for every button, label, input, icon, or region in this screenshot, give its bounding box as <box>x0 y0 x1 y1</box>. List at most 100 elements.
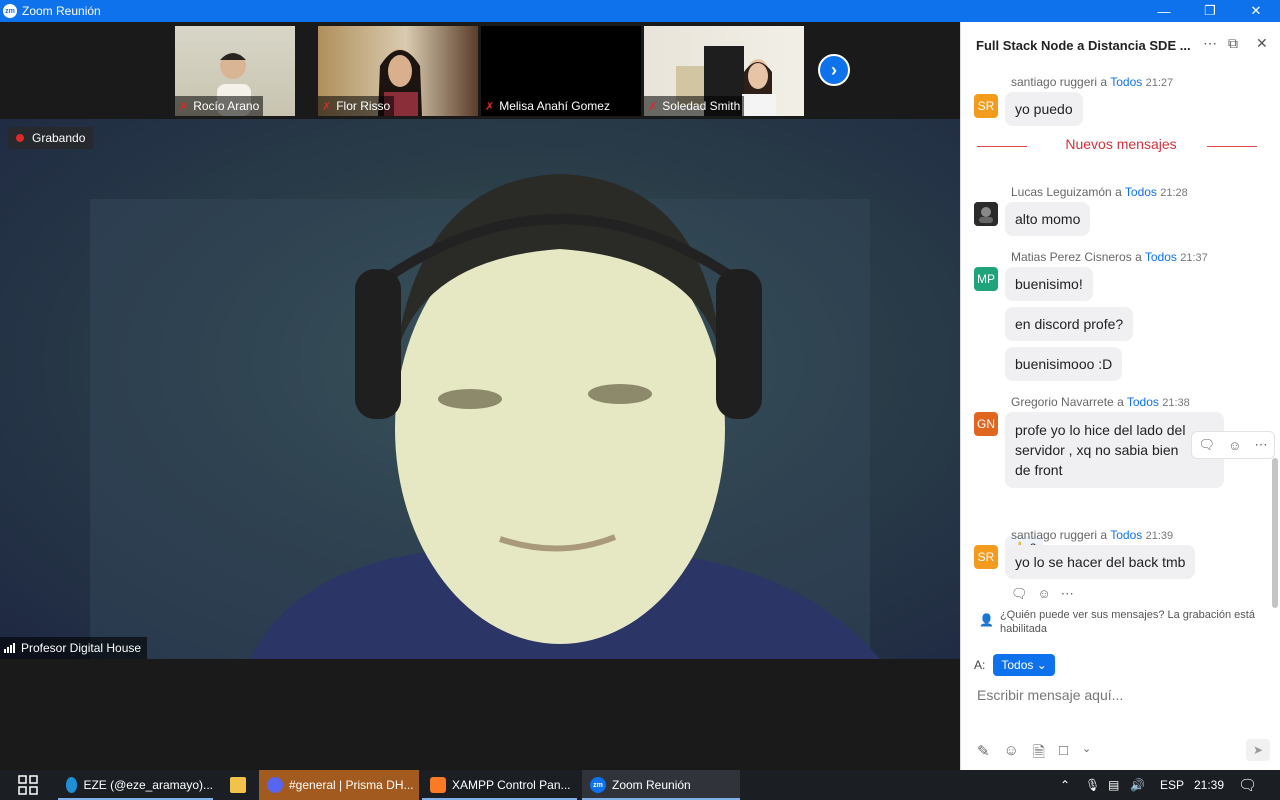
user-photo-icon <box>974 202 998 226</box>
chat-panel: Full Stack Node a Distancia SDE ... ⋯ ⧉ … <box>960 22 1280 770</box>
emoji-icon[interactable]: ☺ <box>1004 742 1019 767</box>
volume-icon[interactable]: 🔊 <box>1130 770 1145 800</box>
clock[interactable]: 21:39 <box>1194 770 1224 800</box>
message-meta: santiago ruggeri a Todos 21:39 <box>1011 528 1173 542</box>
mic-muted-icon: ✗ <box>322 100 332 113</box>
xampp-icon <box>430 777 446 793</box>
maximize-button[interactable]: ❐ <box>1187 0 1233 22</box>
speaker-name: Profesor Digital House <box>21 641 142 655</box>
message-text: yo puedo <box>1015 101 1073 117</box>
minimize-button[interactable]: — <box>1141 0 1187 22</box>
message-meta: santiago ruggeri a Todos 21:27 <box>1011 75 1173 89</box>
participant-tile[interactable]: ✗ Flor Risso <box>318 26 478 116</box>
active-speaker-video: Grabando Profesor Digital House <box>0 119 960 659</box>
more-options-icon[interactable]: ⋯ <box>1254 437 1267 453</box>
participant-name: Soledad Smith <box>662 99 741 113</box>
recipient-label: A: <box>974 658 986 672</box>
chat-message-input[interactable] <box>977 684 1267 706</box>
message-bubble[interactable]: yo puedo <box>1005 92 1083 126</box>
message-recipient[interactable]: Todos <box>1110 75 1142 89</box>
edge-icon <box>66 777 78 793</box>
avatar <box>974 202 998 226</box>
recording-dot-icon <box>16 134 24 142</box>
chevron-down-icon[interactable]: ⌄ <box>1082 742 1091 767</box>
message-text: profe yo lo hice del lado del <box>1015 422 1186 438</box>
folder-icon <box>230 777 246 793</box>
message-to: a <box>1117 395 1124 409</box>
taskbar-label: EZE (@eze_aramayo)... <box>83 778 213 792</box>
format-text-icon[interactable]: ✎ <box>977 742 990 767</box>
recipient-dropdown[interactable]: Todos ⌄ <box>993 654 1055 676</box>
message-sender: santiago ruggeri <box>1011 528 1098 542</box>
taskbar-item-explorer[interactable] <box>222 770 254 800</box>
avatar: MP <box>974 267 998 291</box>
participant-tile[interactable]: ✗ Rocío Arano <box>175 26 295 116</box>
more-options-icon[interactable]: ⋯ <box>1061 586 1074 602</box>
chevron-down-icon: ⌄ <box>1036 658 1047 672</box>
message-sender: Matias Perez Cisneros <box>1011 250 1132 264</box>
chat-messages: SR santiago ruggeri a Todos 21:27 yo pue… <box>961 68 1280 608</box>
message-bubble[interactable]: yo lo se hacer del back tmb <box>1005 545 1196 579</box>
chat-toolbar: ✎ ☺ 🗎 □ ⌄ <box>977 742 1091 767</box>
message-meta: Lucas Leguizamón a Todos 21:28 <box>1011 185 1188 199</box>
message-to: a <box>1100 528 1108 542</box>
message-time: 21:37 <box>1180 252 1208 264</box>
message-text: yo lo se hacer del back tmb <box>1015 554 1186 570</box>
network-icon[interactable]: ▤ <box>1108 770 1119 800</box>
taskbar-item-discord[interactable]: #general | Prisma DH... <box>259 770 419 800</box>
participant-tile[interactable]: ✗ Soledad Smith <box>644 26 804 116</box>
participant-strip: ✗ Rocío Arano ✗ Flor Risso ✗ Melisa Anahí G… <box>0 22 960 119</box>
windows-taskbar: EZE (@eze_aramayo)... #general | Prisma … <box>0 770 1280 800</box>
taskbar-item-edge[interactable]: EZE (@eze_aramayo)... <box>58 770 213 800</box>
screenshot-icon[interactable]: □ <box>1059 742 1068 767</box>
send-button[interactable]: ➤ <box>1246 739 1270 761</box>
reply-icon[interactable]: 🗨 <box>1199 437 1216 453</box>
reply-icon[interactable]: 🗨 <box>1011 586 1028 602</box>
message-bubble[interactable]: en discord profe? <box>1005 307 1134 341</box>
message-bubble[interactable]: alto momo <box>1005 202 1091 236</box>
chat-header: Full Stack Node a Distancia SDE ... ⋯ ⧉ … <box>961 22 1280 68</box>
participant-name: Rocío Arano <box>193 99 260 113</box>
next-page-button[interactable]: › <box>818 54 850 86</box>
participant-tile[interactable]: ✗ Melisa Anahí Gomez <box>481 26 641 116</box>
file-icon[interactable]: 🗎 <box>1033 742 1045 767</box>
participant-name: Melisa Anahí Gomez <box>499 99 610 113</box>
chat-scrollbar[interactable] <box>1272 458 1278 608</box>
message-bubble[interactable]: buenisimooo :D <box>1005 347 1123 381</box>
add-reaction-icon[interactable]: ☺ <box>1228 438 1241 453</box>
message-time: 21:39 <box>1145 530 1174 542</box>
message-bubble[interactable]: buenisimo! <box>1005 267 1093 301</box>
notifications-icon[interactable]: 🗨 <box>1238 770 1257 800</box>
window-titlebar: zm Zoom Reunión — ❐ ✕ <box>0 0 1280 22</box>
close-window-button[interactable]: ✕ <box>1233 0 1279 22</box>
message-time: 21:28 <box>1160 187 1188 199</box>
speaker-name-tag: Profesor Digital House <box>0 637 148 659</box>
message-recipient[interactable]: Todos <box>1127 395 1159 409</box>
message-recipient[interactable]: Todos <box>1145 250 1177 264</box>
add-reaction-icon[interactable]: ☺ <box>1038 586 1051 602</box>
pop-out-icon[interactable]: ⧉ <box>1228 35 1238 52</box>
start-button[interactable] <box>10 770 46 800</box>
close-chat-icon[interactable]: ✕ <box>1256 35 1268 52</box>
new-messages-label: Nuevos mensajes <box>1065 136 1177 152</box>
chevron-up-icon[interactable]: ⌃ <box>1060 770 1070 800</box>
message-recipient[interactable]: Todos <box>1110 528 1142 542</box>
mic-muted-icon: ✗ <box>648 100 658 113</box>
divider <box>1207 146 1257 147</box>
microphone-icon[interactable]: 🎙 <box>1085 770 1100 800</box>
message-sender: Gregorio Navarrete <box>1011 395 1114 409</box>
taskbar-item-zoom[interactable]: zm Zoom Reunión <box>582 770 740 800</box>
taskbar-item-xampp[interactable]: XAMPP Control Pan... <box>422 770 577 800</box>
avatar: SR <box>974 545 998 569</box>
visibility-notice[interactable]: 👤 ¿Quién puede ver sus mensajes? La grab… <box>961 608 1280 642</box>
taskbar-label: XAMPP Control Pan... <box>452 778 571 792</box>
taskbar-label: #general | Prisma DH... <box>289 778 414 792</box>
avatar: GN <box>974 412 998 436</box>
message-text: servidor , xq no sabia bien <box>1015 442 1179 458</box>
more-options-icon[interactable]: ⋯ <box>1203 35 1217 52</box>
language-indicator[interactable]: ESP <box>1160 770 1184 800</box>
recording-indicator: Grabando <box>8 127 94 149</box>
task-view-icon <box>18 775 38 795</box>
message-recipient[interactable]: Todos <box>1125 185 1157 199</box>
mic-muted-icon: ✗ <box>485 100 495 113</box>
